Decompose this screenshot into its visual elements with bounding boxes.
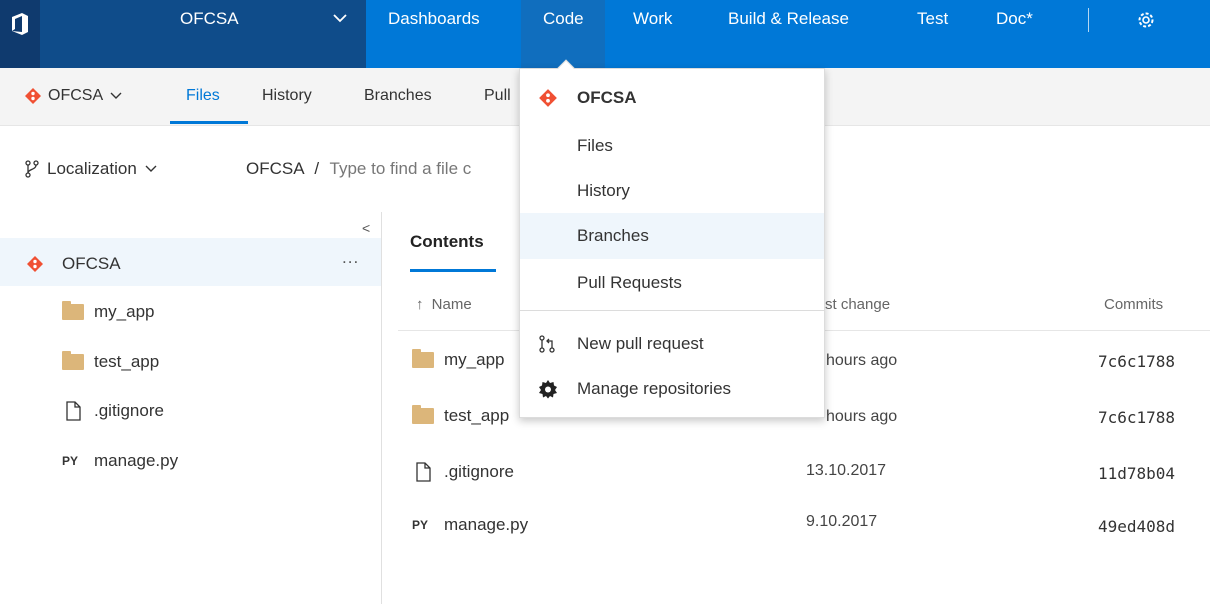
- project-selector[interactable]: OFCSA: [40, 0, 366, 68]
- menu-item-history[interactable]: History: [520, 168, 824, 214]
- tree-item-label: test_app: [94, 352, 160, 371]
- vsts-logo-icon: [12, 13, 28, 35]
- tree-item-manage-py[interactable]: PY manage.py: [62, 449, 178, 473]
- column-header-last-change[interactable]: st change: [825, 296, 890, 313]
- nav-divider: [1088, 8, 1089, 32]
- tab-pull-requests[interactable]: Pull: [484, 87, 511, 105]
- breadcrumb-repo[interactable]: OFCSA: [246, 159, 304, 178]
- menu-item-new-pull-request[interactable]: New pull request: [520, 321, 824, 367]
- table-row-commit[interactable]: 49ed408d: [1098, 517, 1175, 536]
- folder-icon: [62, 301, 84, 320]
- branch-icon: [25, 160, 39, 178]
- sort-ascending-icon: ↑: [416, 296, 424, 313]
- git-repo-icon: [25, 88, 41, 104]
- tree-root[interactable]: OFCSA ...: [0, 238, 381, 286]
- code-dropdown-menu: OFCSA Files History Branches Pull Reques…: [519, 59, 825, 418]
- more-options-button[interactable]: ...: [342, 248, 359, 268]
- tree-item-label: my_app: [94, 302, 155, 321]
- gear-icon[interactable]: [1136, 10, 1156, 30]
- active-tab-indicator: [410, 269, 496, 272]
- table-row-name[interactable]: .gitignore: [412, 462, 514, 482]
- table-row-commit[interactable]: 7c6c1788: [1098, 408, 1175, 427]
- gear-icon: [539, 380, 557, 399]
- tab-branches[interactable]: Branches: [364, 87, 432, 105]
- file-icon: [416, 462, 431, 482]
- active-tab-indicator: [170, 121, 248, 124]
- menu-item-branches[interactable]: Branches: [520, 213, 824, 259]
- tree-item-label: manage.py: [94, 451, 179, 470]
- tree-item-label: .gitignore: [94, 401, 164, 420]
- folder-icon: [62, 351, 84, 370]
- nav-test[interactable]: Test: [917, 0, 948, 68]
- tab-files[interactable]: Files: [186, 87, 220, 105]
- repo-name: OFCSA: [48, 87, 104, 104]
- chevron-down-icon: [110, 92, 122, 99]
- menu-divider: [520, 310, 824, 311]
- collapse-tree-button[interactable]: <: [362, 220, 370, 236]
- top-navigation-bar: OFCSA Dashboards Code Work Build & Relea…: [0, 0, 1210, 68]
- project-name: OFCSA: [180, 9, 239, 28]
- tree-root-label: OFCSA: [62, 254, 121, 273]
- table-row-name[interactable]: test_app: [412, 405, 509, 426]
- python-file-icon: PY: [62, 454, 79, 468]
- tab-history[interactable]: History: [262, 87, 312, 105]
- table-row-last-change: hours ago: [826, 352, 898, 369]
- folder-icon: [412, 349, 434, 368]
- table-row-last-change: hours ago: [826, 408, 898, 425]
- vsts-logo[interactable]: [0, 0, 40, 68]
- chevron-down-icon: [333, 14, 347, 23]
- tree-item-my-app[interactable]: my_app: [62, 300, 154, 324]
- git-repo-icon: [539, 89, 557, 107]
- folder-icon: [412, 405, 434, 424]
- nav-build-release[interactable]: Build & Release: [728, 0, 849, 68]
- table-row-commit[interactable]: 7c6c1788: [1098, 352, 1175, 371]
- git-repo-icon: [27, 256, 43, 272]
- branch-selector[interactable]: Localization: [24, 159, 158, 179]
- file-path-search[interactable]: OFCSA / Type to find a file c: [246, 159, 471, 179]
- tree-item-test-app[interactable]: test_app: [62, 350, 159, 374]
- table-row-commit[interactable]: 11d78b04: [1098, 464, 1175, 483]
- table-row-name[interactable]: my_app: [412, 349, 504, 370]
- pull-request-icon: [539, 335, 555, 353]
- menu-item-repo-header[interactable]: OFCSA: [520, 75, 824, 121]
- nav-work[interactable]: Work: [633, 0, 672, 68]
- menu-item-pull-requests[interactable]: Pull Requests: [520, 260, 824, 306]
- repo-selector[interactable]: OFCSA: [24, 87, 123, 105]
- file-search-placeholder[interactable]: Type to find a file c: [330, 159, 472, 178]
- tree-item-gitignore[interactable]: .gitignore: [62, 399, 164, 423]
- nav-code[interactable]: Code: [521, 0, 605, 68]
- nav-doc[interactable]: Doc*: [996, 0, 1033, 68]
- breadcrumb-separator: /: [314, 159, 320, 178]
- menu-item-manage-repositories[interactable]: Manage repositories: [520, 366, 824, 412]
- file-tree: < OFCSA ... my_app test_app .gitignore P…: [0, 212, 382, 604]
- table-row-name[interactable]: PY manage.py: [412, 515, 528, 535]
- file-icon: [66, 401, 81, 421]
- column-header-commits[interactable]: Commits: [1104, 296, 1163, 313]
- tab-contents[interactable]: Contents: [410, 232, 484, 252]
- nav-dashboards[interactable]: Dashboards: [388, 0, 480, 68]
- chevron-down-icon: [145, 165, 157, 172]
- branch-name: Localization: [47, 159, 137, 178]
- column-header-name[interactable]: ↑ Name: [416, 296, 472, 313]
- table-row-last-change: 13.10.2017: [806, 462, 887, 479]
- table-row-last-change: 9.10.2017: [806, 513, 878, 530]
- python-file-icon: PY: [412, 518, 429, 532]
- menu-item-files[interactable]: Files: [520, 123, 824, 169]
